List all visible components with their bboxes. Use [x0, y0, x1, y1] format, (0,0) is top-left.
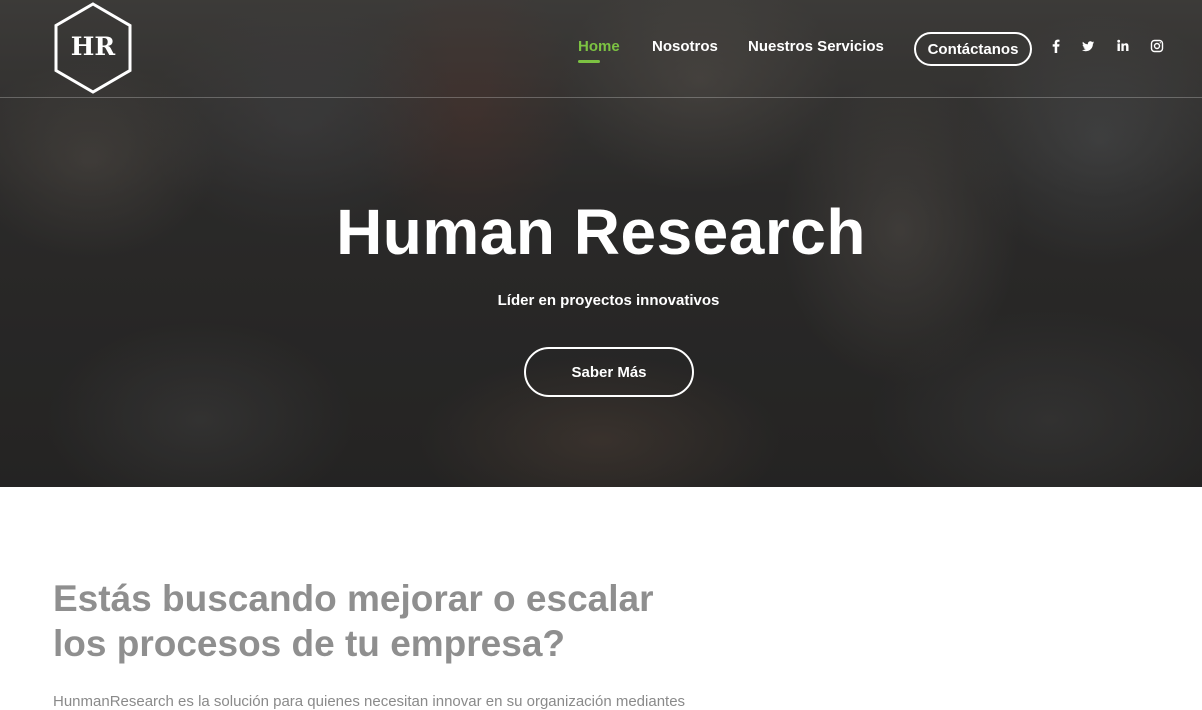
linkedin-icon[interactable] — [1116, 38, 1130, 54]
hero-title: Human Research — [336, 196, 866, 268]
saber-mas-button[interactable]: Saber Más — [524, 347, 694, 397]
hero-subtitle: Líder en proyectos innovativos — [497, 292, 720, 309]
contact-button[interactable]: Contáctanos — [914, 32, 1032, 66]
hero-section: HR Home Nosotros Nuestros Servicios Cont… — [0, 0, 1202, 487]
logo-text: HR — [70, 32, 116, 61]
logo[interactable]: HR — [53, 2, 133, 94]
nav-item-home[interactable]: Home — [578, 38, 620, 55]
section-paragraph: HunmanResearch es la solución para quien… — [53, 693, 686, 710]
nav-item-servicios[interactable]: Nuestros Servicios — [748, 38, 884, 55]
section-heading-line-1: Estás buscando mejorar o escalar — [53, 578, 654, 619]
nav-active-indicator — [578, 60, 600, 63]
instagram-icon[interactable] — [1150, 38, 1164, 54]
section-heading: Estás buscando mejorar o escalar los pro… — [53, 576, 753, 666]
twitter-icon[interactable] — [1081, 38, 1095, 54]
facebook-icon[interactable] — [1049, 38, 1063, 54]
section-heading-line-2: los procesos de tu empresa? — [53, 623, 566, 664]
nav-item-nosotros[interactable]: Nosotros — [652, 38, 718, 55]
site-header: HR Home Nosotros Nuestros Servicios Cont… — [0, 0, 1202, 98]
